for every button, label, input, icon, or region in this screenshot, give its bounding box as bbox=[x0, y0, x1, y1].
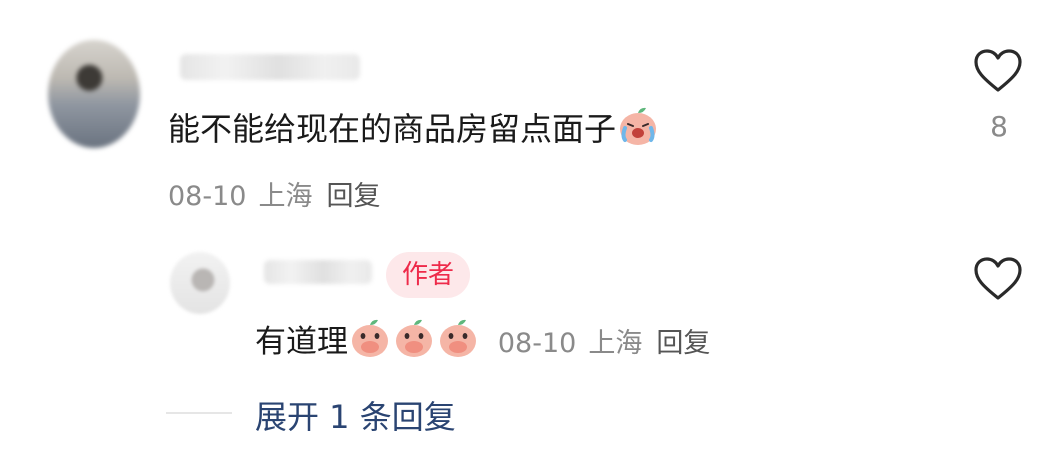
like-heart-icon[interactable] bbox=[973, 48, 1023, 94]
reply-like-heart-icon[interactable] bbox=[973, 256, 1023, 302]
comment-reply-button[interactable]: 回复 bbox=[326, 181, 380, 212]
comment-body: 能不能给现在的商品房留点面子 bbox=[168, 104, 660, 150]
reply-body: 有道理 08-10 上海 回复 bbox=[255, 316, 710, 361]
like-count: 8 bbox=[990, 110, 1008, 143]
commenter-avatar[interactable] bbox=[48, 40, 140, 148]
covering-mouth-peach-emoji-icon bbox=[396, 319, 432, 357]
expand-divider bbox=[166, 412, 232, 414]
commenter-name-blurred[interactable] bbox=[180, 54, 360, 80]
author-avatar[interactable] bbox=[170, 252, 230, 314]
reply-date: 08-10 bbox=[497, 328, 577, 359]
reply-meta: 08-10 上海 回复 bbox=[498, 328, 710, 359]
author-name-blurred[interactable] bbox=[264, 260, 372, 284]
reply-reply-button[interactable]: 回复 bbox=[656, 328, 710, 359]
reply-location: 上海 bbox=[588, 328, 643, 359]
author-badge: 作者 bbox=[386, 252, 471, 298]
covering-mouth-peach-emoji-icon bbox=[440, 319, 476, 357]
covering-mouth-peach-emoji-icon bbox=[352, 319, 388, 357]
expand-replies-link[interactable]: 展开 1 条回复 bbox=[255, 392, 456, 438]
comment-date: 08-10 bbox=[168, 181, 247, 212]
comment-location: 上海 bbox=[258, 181, 313, 212]
comment-text: 能不能给现在的商品房留点面子 bbox=[168, 110, 617, 148]
crying-peach-emoji-icon bbox=[620, 107, 657, 145]
reply-text: 有道理 bbox=[255, 324, 348, 360]
comment-meta: 08-10 上海 回复 bbox=[168, 174, 380, 213]
